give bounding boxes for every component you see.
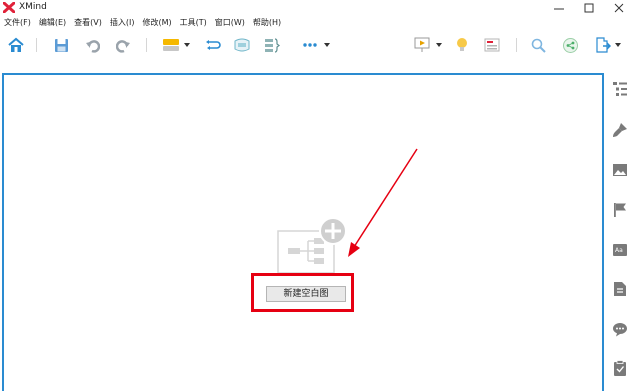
menu-insert[interactable]: 插入(I) (106, 17, 139, 29)
label-icon: Aa (613, 244, 627, 256)
format-panel-button[interactable] (612, 122, 628, 138)
save-button[interactable] (51, 34, 71, 56)
chevron-down-icon (615, 43, 621, 47)
comment-panel-button[interactable] (612, 321, 628, 337)
highlight-frame: 新建空白图 (251, 273, 354, 312)
share-icon (562, 37, 578, 53)
toolbar-separator (36, 38, 37, 52)
menu-help[interactable]: 帮助(H) (249, 17, 285, 29)
chevron-down-icon (324, 43, 330, 47)
share-button[interactable] (561, 34, 579, 56)
menu-tools[interactable]: 工具(T) (176, 17, 211, 29)
menu-bar: 文件(F) 编辑(E) 查看(V) 插入(I) 修改(M) 工具(T) 窗口(W… (0, 15, 634, 30)
redo-icon (115, 39, 130, 53)
boundary-icon (234, 38, 250, 52)
export-icon (596, 37, 611, 53)
topic-button[interactable] (161, 34, 191, 56)
toolbar-separator (516, 38, 517, 52)
export-button[interactable] (590, 34, 626, 56)
maximize-button[interactable] (574, 0, 604, 15)
boundary-button[interactable] (232, 34, 252, 56)
menu-edit[interactable]: 编辑(E) (35, 17, 70, 29)
outline-icon (484, 38, 500, 52)
outline-panel-button[interactable] (612, 81, 628, 97)
notes-icon (614, 282, 626, 296)
label-panel-button[interactable]: Aa (612, 242, 628, 258)
outline-panel-icon (613, 82, 627, 96)
home-button[interactable] (6, 34, 26, 56)
relationship-button[interactable] (203, 34, 223, 56)
right-sidebar: Aa (606, 73, 634, 391)
menu-window[interactable]: 窗口(W) (211, 17, 249, 29)
task-panel-button[interactable] (612, 360, 628, 376)
home-icon (8, 37, 24, 52)
outline-view-button[interactable] (482, 34, 502, 56)
more-button[interactable] (297, 34, 335, 56)
redo-button[interactable] (113, 34, 133, 56)
close-button[interactable] (604, 0, 634, 15)
new-blank-map-button[interactable]: 新建空白图 (266, 286, 346, 302)
task-icon (614, 360, 626, 376)
mindmap-canvas[interactable]: 新建空白图 (2, 73, 604, 391)
summary-icon (265, 37, 280, 53)
xmind-logo-icon (3, 2, 15, 13)
save-icon (54, 38, 68, 52)
close-icon (614, 3, 624, 12)
toolbar (0, 31, 634, 59)
summary-button[interactable] (262, 34, 282, 56)
notes-panel-button[interactable] (612, 281, 628, 297)
undo-icon (85, 39, 100, 53)
search-button[interactable] (529, 34, 547, 56)
chevron-down-icon (184, 43, 190, 47)
toolbar-separator (146, 38, 147, 52)
window-title: XMind (19, 2, 47, 12)
menu-modify[interactable]: 修改(M) (138, 17, 175, 29)
relationship-icon (206, 39, 221, 50)
image-icon (613, 164, 627, 176)
more-icon (303, 43, 317, 47)
search-icon (531, 38, 546, 53)
svg-text:Aa: Aa (615, 247, 623, 254)
presentation-icon (414, 37, 430, 52)
menu-view[interactable]: 查看(V) (70, 17, 106, 29)
menu-file[interactable]: 文件(F) (0, 17, 35, 29)
maximize-icon (584, 3, 594, 12)
image-panel-button[interactable] (612, 162, 628, 178)
topic-icon (163, 39, 179, 51)
idea-icon (457, 38, 467, 51)
minimize-button[interactable] (544, 0, 574, 15)
comment-icon (613, 322, 627, 336)
title-bar: XMind (0, 0, 634, 15)
undo-button[interactable] (82, 34, 102, 56)
marker-panel-button[interactable] (612, 202, 628, 218)
minimize-icon (554, 8, 564, 9)
chevron-down-icon (436, 43, 442, 47)
idea-button[interactable] (453, 34, 471, 56)
presentation-button[interactable] (410, 34, 446, 56)
format-brush-icon (613, 123, 627, 137)
marker-flag-icon (614, 203, 626, 217)
